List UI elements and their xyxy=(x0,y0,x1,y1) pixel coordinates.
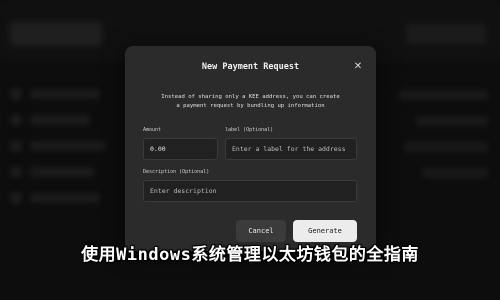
amount-input[interactable]: 0.00 xyxy=(143,138,218,160)
description-line: Instead of sharing only a KEE address, y… xyxy=(161,94,340,100)
headline-text: 使用Windows系统管理以太坊钱包的全指南 xyxy=(81,245,419,265)
description-field-label: Description (Optional) xyxy=(143,169,210,175)
dialog-description: Instead of sharing only a KEE address, y… xyxy=(143,93,358,111)
description-line: a payment request by bundling up informa… xyxy=(176,103,325,109)
payment-request-dialog: New Payment Request ✕ Instead of sharing… xyxy=(125,46,376,251)
generate-button[interactable]: Generate xyxy=(293,220,357,242)
cancel-button[interactable]: Cancel xyxy=(236,220,286,242)
amount-label: Amount xyxy=(143,127,162,133)
close-icon[interactable]: ✕ xyxy=(352,61,364,73)
dialog-title: New Payment Request xyxy=(201,62,300,72)
description-input[interactable]: Enter description xyxy=(143,180,357,202)
label-field-label: label (Optional) xyxy=(225,127,274,133)
label-input[interactable]: Enter a label for the address xyxy=(225,138,357,160)
